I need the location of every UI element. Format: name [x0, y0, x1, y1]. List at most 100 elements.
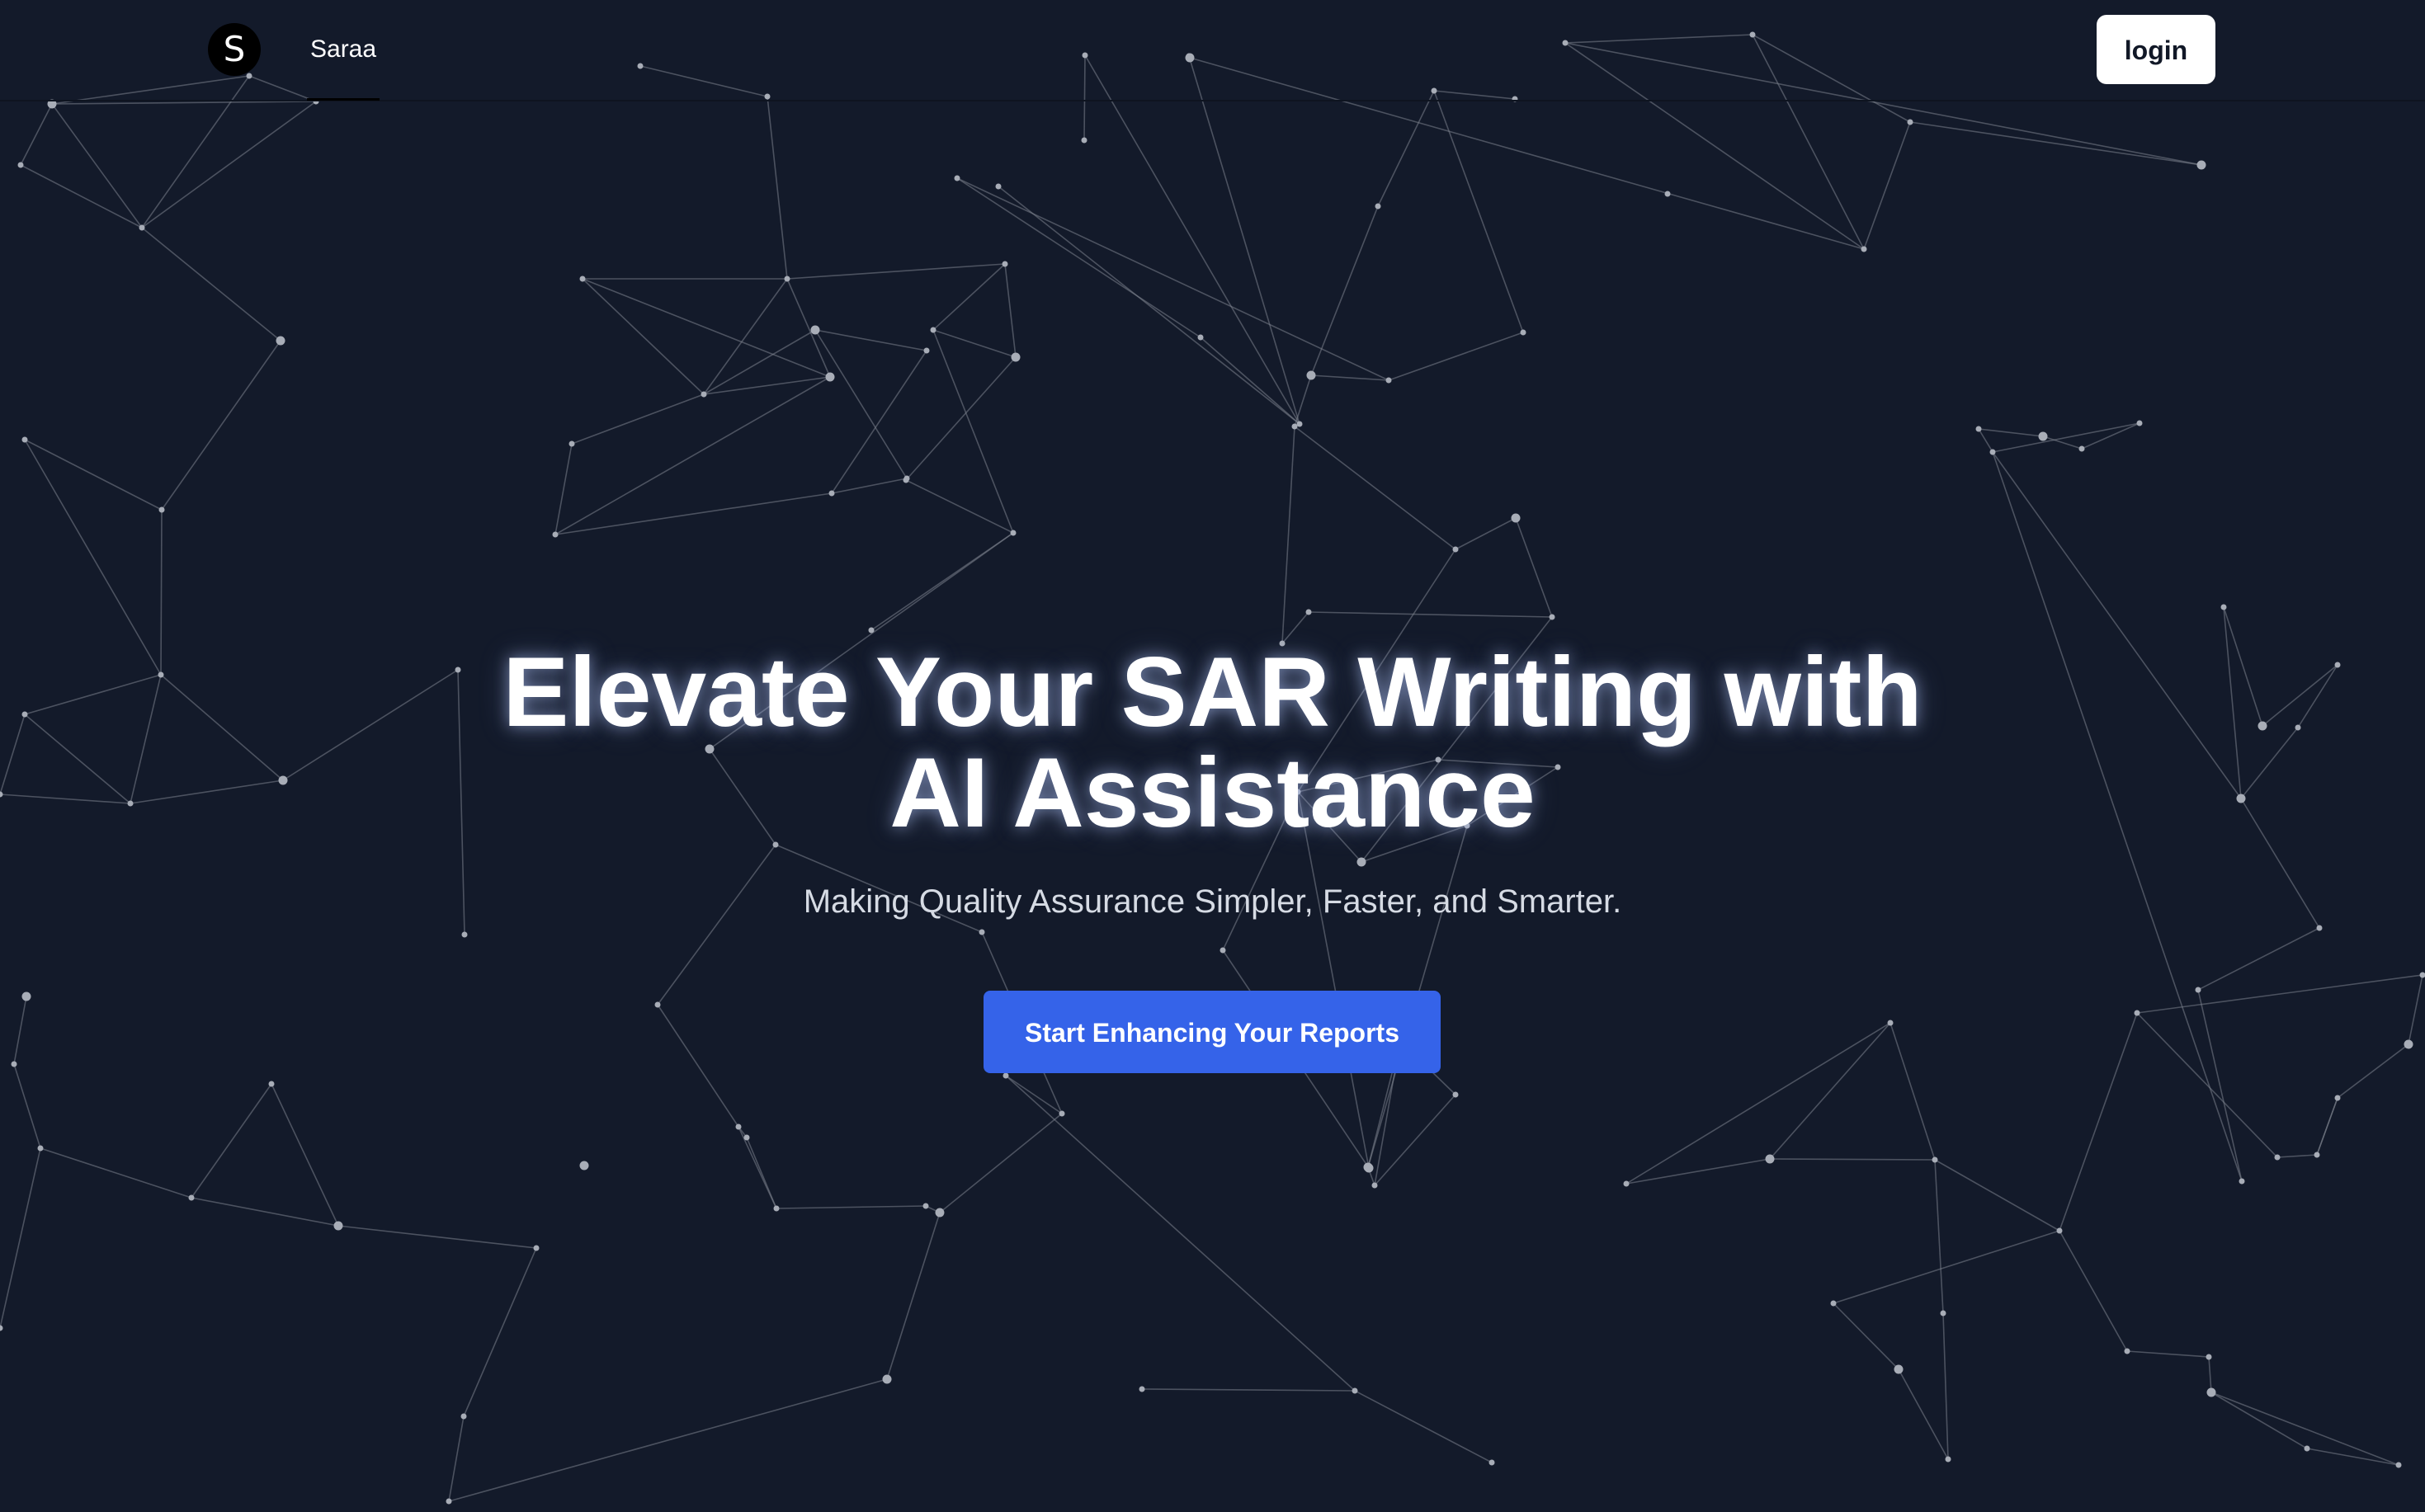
network-node	[1511, 513, 1521, 523]
network-node	[333, 1221, 343, 1231]
network-line	[2197, 989, 2243, 1182]
network-node	[533, 1245, 540, 1251]
network-line	[51, 103, 143, 228]
network-line	[141, 227, 281, 341]
network-node	[2404, 1039, 2413, 1049]
network-line	[1200, 337, 1300, 425]
network-line	[998, 186, 1300, 425]
network-line	[2059, 1230, 2128, 1352]
network-line	[554, 492, 833, 535]
network-node	[460, 1413, 467, 1420]
hero-subtitle: Making Quality Assurance Simpler, Faster…	[803, 883, 1622, 920]
network-line	[932, 329, 1014, 534]
network-line	[703, 376, 831, 395]
network-line	[2059, 1012, 2138, 1232]
network-node	[701, 391, 707, 398]
network-node	[825, 372, 835, 382]
network-line	[2306, 1448, 2399, 1466]
login-button[interactable]: login	[2097, 15, 2215, 84]
network-node	[21, 992, 31, 1001]
network-node	[17, 162, 24, 168]
network-node	[579, 1161, 589, 1171]
network-line	[1942, 1312, 1949, 1460]
network-line	[1833, 1302, 1899, 1370]
network-line	[905, 356, 1017, 481]
network-line	[1934, 1159, 2060, 1232]
network-node	[2239, 1178, 2245, 1185]
network-line	[939, 1113, 1063, 1213]
network-line	[1433, 90, 1524, 333]
network-node	[1907, 119, 1913, 125]
network-node	[2134, 1010, 2140, 1016]
network-line	[1294, 426, 1456, 550]
network-node	[446, 1498, 452, 1505]
network-node	[552, 531, 559, 538]
network-node	[2206, 1387, 2216, 1397]
network-node	[1549, 614, 1555, 620]
network-line	[1909, 121, 2202, 166]
network-line	[1992, 422, 2140, 453]
network-line	[1388, 332, 1524, 381]
brand-name-link[interactable]: Saraa	[307, 33, 380, 101]
network-node	[37, 1145, 44, 1152]
network-node	[828, 490, 835, 497]
network-node	[2274, 1154, 2281, 1161]
network-node	[1765, 1154, 1775, 1164]
start-enhancing-button[interactable]: Start Enhancing Your Reports	[984, 991, 1441, 1073]
network-node	[1940, 1310, 1946, 1317]
network-node	[1375, 203, 1381, 210]
network-line	[582, 278, 705, 395]
network-line	[1455, 517, 1517, 550]
network-line	[831, 478, 908, 494]
network-line	[2126, 1350, 2210, 1358]
network-node	[11, 1061, 17, 1067]
network-line	[2136, 1012, 2278, 1158]
network-node	[1861, 246, 1867, 252]
network-node	[743, 1134, 750, 1141]
network-line	[20, 103, 53, 166]
network-line	[703, 329, 816, 395]
network-line	[1308, 611, 1553, 618]
network-line	[956, 177, 1201, 338]
network-node	[1003, 1072, 1009, 1079]
network-node	[1139, 1386, 1145, 1392]
network-node	[1305, 609, 1312, 615]
network-line	[448, 1415, 465, 1502]
network-node	[2206, 1354, 2212, 1360]
network-node	[1945, 1456, 1951, 1463]
network-line	[1297, 791, 1370, 1169]
network-node	[2124, 1348, 2130, 1354]
network-line	[1833, 1230, 2060, 1304]
network-line	[2208, 1356, 2212, 1393]
network-node	[979, 929, 985, 935]
network-node	[930, 327, 937, 333]
network-line	[786, 263, 1006, 280]
network-line	[1004, 263, 1017, 358]
network-line	[141, 101, 317, 228]
network-node	[2196, 160, 2206, 170]
network-node	[2304, 1445, 2310, 1452]
network-node	[1664, 191, 1671, 197]
network-line	[554, 443, 573, 535]
network-line	[657, 844, 776, 1006]
network-node	[569, 440, 575, 447]
network-line	[1769, 1158, 1936, 1161]
network-node	[1352, 1387, 1358, 1394]
network-line	[2081, 422, 2140, 450]
network-node	[1010, 530, 1017, 536]
network-line	[2408, 974, 2423, 1045]
network-line	[2337, 1043, 2409, 1099]
network-line	[1890, 1022, 1936, 1161]
network-line	[13, 1063, 41, 1149]
network-line	[1769, 1022, 1891, 1160]
network-node	[954, 175, 960, 181]
network-node	[188, 1194, 195, 1201]
top-navigation-bar: S Saraa login	[0, 0, 2425, 101]
network-node	[268, 1081, 275, 1087]
network-line	[271, 1083, 339, 1227]
network-line	[2276, 1154, 2318, 1158]
network-node	[21, 436, 28, 443]
network-node	[923, 347, 930, 354]
network-node	[461, 931, 468, 938]
brand-logo[interactable]: S	[208, 23, 261, 76]
